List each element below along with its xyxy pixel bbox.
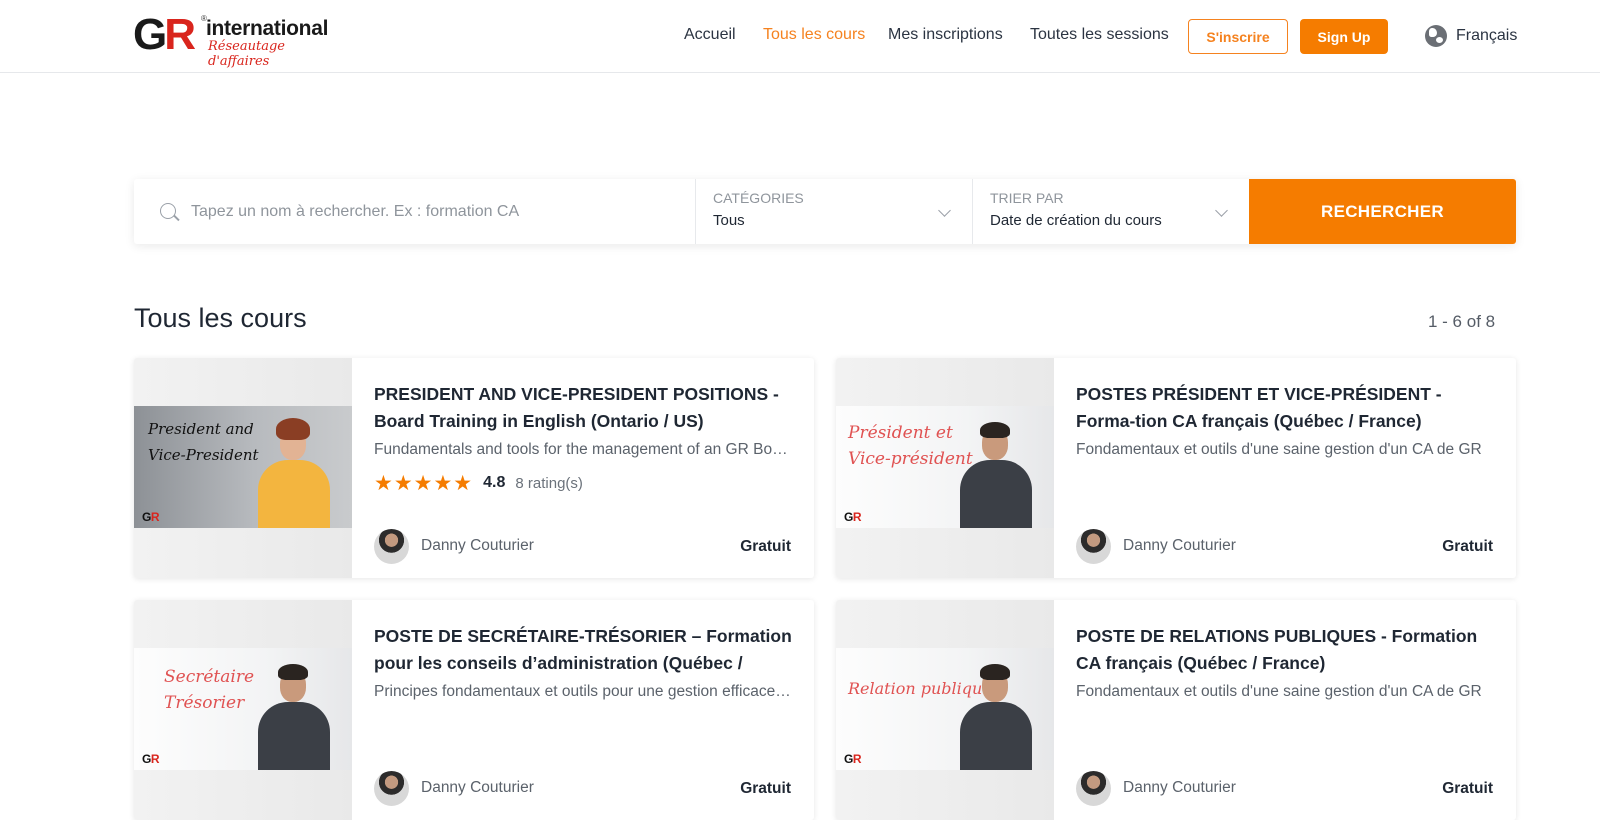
sort-select[interactable]: TRIER PAR Date de création du cours <box>972 179 1249 244</box>
course-thumbnail[interactable]: Secrétaire Trésorier GR <box>134 600 352 820</box>
course-author: Danny Couturier <box>1076 528 1236 564</box>
rating-value: 4.8 <box>483 474 506 491</box>
chevron-down-icon <box>938 204 951 217</box>
thumbnail-caption: Secrétaire Trésorier <box>164 667 255 713</box>
course-description: Fondamentaux et outils d'une saine gesti… <box>1076 441 1482 458</box>
thumbnail-logo: GR <box>142 752 160 766</box>
thumbnail-logo: GR <box>142 510 160 524</box>
instructor-illustration <box>954 408 1034 528</box>
course-title[interactable]: POSTES PRÉSIDENT ET VICE-PRÉSIDENT - For… <box>1076 381 1494 435</box>
thumbnail-logo: GR <box>844 752 862 766</box>
author-name: Danny Couturier <box>1123 779 1236 796</box>
thumbnail-logo: GR <box>844 510 862 524</box>
course-card[interactable]: Relation publique GR POSTE DE RELATIONS … <box>836 600 1516 820</box>
thumbnail-image: Relation publique GR <box>836 648 1054 770</box>
chevron-down-icon <box>1215 204 1228 217</box>
course-title[interactable]: POSTE DE SECRÉTAIRE-TRÉSORIER – Formatio… <box>374 623 792 677</box>
course-description: Principes fondamentaux et outils pour un… <box>374 683 792 700</box>
language-selector[interactable]: Français <box>1425 24 1517 48</box>
course-price: Gratuit <box>1442 780 1493 797</box>
thumbnail-image: Président et Vice-président GR <box>836 406 1054 528</box>
site-header: GR ® international Réseautage d'affaires… <box>0 0 1600 73</box>
avatar <box>374 770 409 806</box>
course-description: Fundamentals and tools for the managemen… <box>374 441 792 458</box>
course-title[interactable]: POSTE DE RELATIONS PUBLIQUES - Formation… <box>1076 623 1494 677</box>
course-card[interactable]: President and Vice-President GR PRESIDENT… <box>134 358 814 578</box>
language-label: Français <box>1456 27 1518 44</box>
nav-tous-les-cours[interactable]: Tous les cours <box>763 26 865 48</box>
course-search-bar: CATÉGORIES Tous TRIER PAR Date de créati… <box>134 179 1516 244</box>
instructor-illustration <box>252 650 332 770</box>
nav-mes-inscriptions[interactable]: Mes inscriptions <box>888 26 1003 48</box>
logo-tagline: Réseautage d'affaires <box>208 39 285 69</box>
rating-count: 8 rating(s) <box>515 474 583 492</box>
thumbnail-image: Secrétaire Trésorier GR <box>134 648 352 770</box>
sign-up-button[interactable]: Sign Up <box>1300 19 1388 54</box>
category-select[interactable]: CATÉGORIES Tous <box>695 179 972 244</box>
course-price: Gratuit <box>740 538 791 555</box>
course-thumbnail[interactable]: Relation publique GR <box>836 600 1054 820</box>
instructor-illustration <box>954 650 1034 770</box>
search-icon <box>160 203 176 219</box>
sort-label: TRIER PAR <box>990 190 1064 206</box>
globe-icon <box>1425 25 1447 47</box>
author-name: Danny Couturier <box>421 779 534 796</box>
sinscrire-button[interactable]: S'inscrire <box>1188 19 1288 54</box>
course-card[interactable]: Secrétaire Trésorier GR POSTE DE SECRÉTAI… <box>134 600 814 820</box>
course-title[interactable]: PRESIDENT AND VICE-PRESIDENT POSITIONS -… <box>374 381 792 435</box>
instructor-illustration <box>252 408 332 528</box>
course-card[interactable]: Président et Vice-président GR POSTES PRÉ… <box>836 358 1516 578</box>
course-rating: ★★★★★ 4.8 8 rating(s) <box>374 471 583 495</box>
course-author: Danny Couturier <box>374 770 534 806</box>
results-count: 1 - 6 of 8 <box>1428 312 1496 331</box>
course-author: Danny Couturier <box>374 528 534 564</box>
avatar <box>1076 528 1111 564</box>
thumbnail-caption: President and Vice-President <box>148 420 259 464</box>
course-author: Danny Couturier <box>1076 770 1236 806</box>
category-label: CATÉGORIES <box>713 190 804 206</box>
logo-mark: GR <box>133 10 196 59</box>
search-input[interactable] <box>191 197 681 227</box>
nav-accueil[interactable]: Accueil <box>684 26 736 48</box>
thumbnail-image: President and Vice-President GR <box>134 406 352 528</box>
course-thumbnail[interactable]: President and Vice-President GR <box>134 358 352 578</box>
course-price: Gratuit <box>740 780 791 797</box>
author-name: Danny Couturier <box>1123 537 1236 554</box>
logo-name: international <box>206 17 329 40</box>
course-thumbnail[interactable]: Président et Vice-président GR <box>836 358 1054 578</box>
course-price: Gratuit <box>1442 538 1493 555</box>
author-name: Danny Couturier <box>421 537 534 554</box>
search-button[interactable]: RECHERCHER <box>1249 179 1516 244</box>
site-logo[interactable]: GR ® international Réseautage d'affaires <box>133 10 343 70</box>
star-rating-icon: ★★★★★ <box>374 471 474 495</box>
nav-toutes-les-sessions[interactable]: Toutes les sessions <box>1030 26 1169 48</box>
page-title: Tous les cours <box>134 303 307 333</box>
sort-value: Date de création du cours <box>990 212 1162 229</box>
avatar <box>374 528 409 564</box>
course-description: Fondamentaux et outils d'une saine gesti… <box>1076 683 1482 700</box>
category-value: Tous <box>713 212 745 229</box>
avatar <box>1076 770 1111 806</box>
